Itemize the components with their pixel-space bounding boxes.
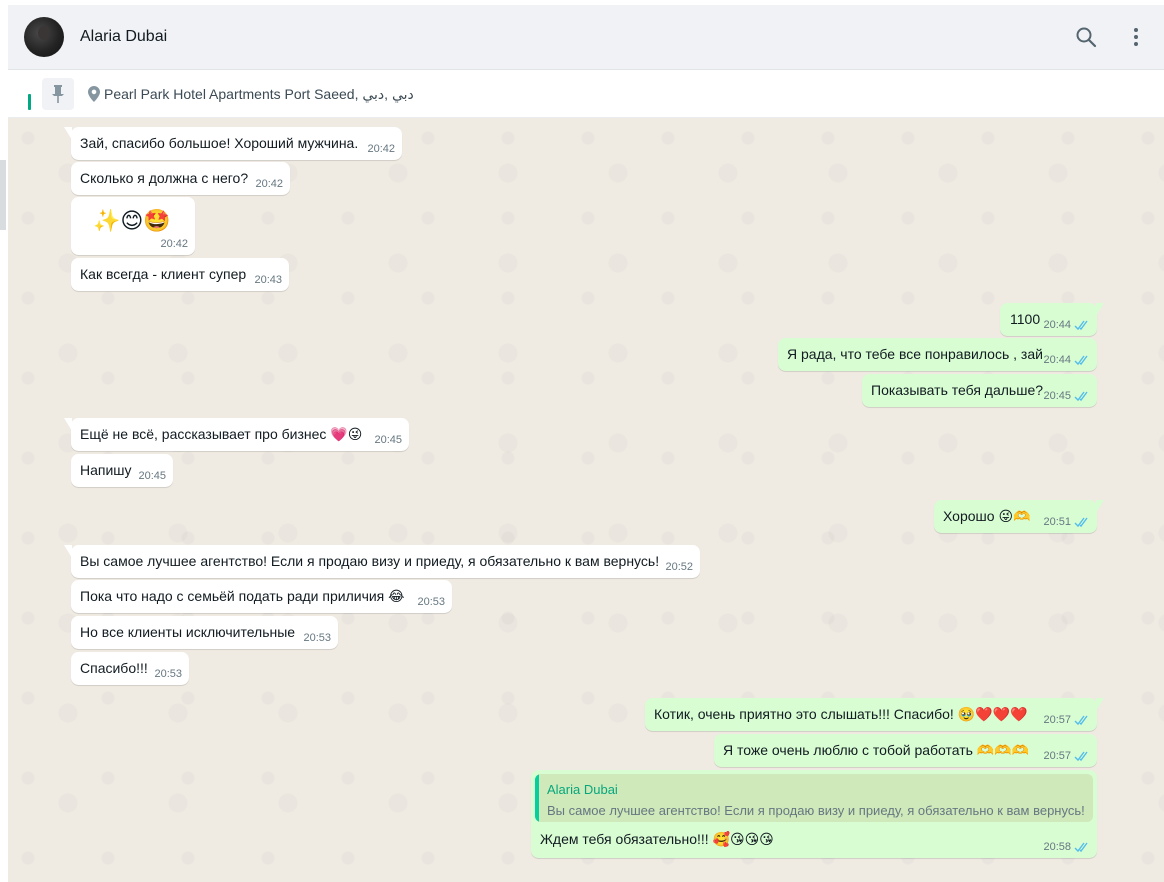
message-incoming[interactable]: Зай, спасибо большое! Хороший мужчина. 2… [64, 127, 402, 160]
pinned-message-bar[interactable]: Pearl Park Hotel Apartments Port Saeed, … [8, 70, 1164, 118]
message-incoming[interactable]: Пока что надо с семьёй подать ради прили… [71, 580, 452, 613]
message-outgoing-reply[interactable]: Alaria Dubai Вы самое лучшее агентство! … [531, 770, 1097, 858]
message-outgoing[interactable]: Котик, очень приятно это слышать!!! Спас… [645, 698, 1104, 731]
message-outgoing[interactable]: Я рада, что тебе все понравилось , зай 2… [778, 338, 1097, 371]
quote-bar [535, 774, 539, 822]
message-time: 20:42 [255, 178, 283, 190]
message-incoming[interactable]: ✨😊🤩 20:42 [71, 197, 195, 255]
message-text: Я тоже очень люблю с тобой работать 🫶🫶🫶 [723, 742, 1030, 758]
message-time: 20:45 [1043, 390, 1071, 402]
read-ticks-icon [1074, 320, 1088, 331]
menu-dots-icon[interactable] [1124, 25, 1148, 49]
message-time: 20:42 [367, 143, 395, 155]
location-icon [88, 86, 100, 102]
chat-window: Alaria Dubai Pearl Park Hotel Apartments… [8, 0, 1164, 882]
message-text: ✨😊🤩 [93, 208, 171, 233]
search-icon[interactable] [1074, 25, 1098, 49]
message-time: 20:57 [1043, 714, 1071, 726]
pin-button[interactable] [42, 78, 74, 110]
chat-header[interactable]: Alaria Dubai [8, 0, 1164, 70]
message-text: Напишу [80, 462, 132, 478]
message-time: 20:45 [138, 470, 166, 482]
read-ticks-icon [1074, 355, 1088, 366]
message-text: Ждем тебя обязательно!!! 🥰😘😘😘 [540, 831, 774, 847]
read-ticks-icon [1074, 517, 1088, 528]
contact-name[interactable]: Alaria Dubai [80, 28, 167, 46]
message-text: Показывать тебя дальше? [871, 382, 1044, 398]
message-time: 20:53 [417, 596, 445, 608]
pin-icon [52, 85, 64, 103]
message-text: 1100 [1010, 311, 1041, 327]
message-text: Зай, спасибо большое! Хороший мужчина. [80, 135, 359, 151]
read-ticks-icon [1074, 751, 1088, 762]
message-time: 20:53 [154, 668, 182, 680]
read-ticks-icon [1074, 391, 1088, 402]
message-time: 20:42 [160, 238, 188, 250]
message-text: Котик, очень приятно это слышать!!! Спас… [654, 706, 1028, 722]
pinned-location-text[interactable]: Pearl Park Hotel Apartments Port Saeed, … [104, 86, 414, 103]
message-incoming[interactable]: Как всегда - клиент супер 20:43 [71, 258, 289, 291]
message-text: Спасибо!!! [80, 660, 148, 676]
message-time: 20:57 [1043, 750, 1071, 762]
message-text: Я рада, что тебе все понравилось , зай [787, 346, 1043, 362]
message-incoming[interactable]: Но все клиенты исключительные 20:53 [71, 616, 338, 649]
message-outgoing[interactable]: Хорошо 😜🫶 20:51 [934, 500, 1104, 533]
message-outgoing[interactable]: Я тоже очень люблю с тобой работать 🫶🫶🫶 … [714, 734, 1097, 767]
message-text: Как всегда - клиент супер [80, 266, 247, 282]
message-incoming[interactable]: Ещё не всё, рассказывает про бизнес 💗😜 2… [64, 418, 409, 451]
message-text: Но все клиенты исключительные [80, 624, 296, 640]
message-text: Вы самое лучшее агентство! Если я продаю… [80, 553, 660, 569]
message-time: 20:45 [374, 434, 402, 446]
message-text: Хорошо 😜🫶 [943, 508, 1031, 524]
message-time: 20:52 [665, 561, 693, 573]
quote-author: Alaria Dubai [547, 782, 618, 797]
read-ticks-icon [1074, 842, 1088, 853]
message-time: 20:44 [1043, 319, 1071, 331]
pinned-accent [28, 94, 31, 110]
message-time: 20:53 [303, 632, 331, 644]
message-outgoing[interactable]: 1100 20:44 [1000, 303, 1104, 336]
message-time: 20:58 [1043, 841, 1071, 853]
scroll-thumb[interactable] [0, 160, 6, 230]
message-text: Пока что надо с семьёй подать ради прили… [80, 588, 405, 604]
message-text: Сколько я должна с него? [80, 170, 249, 186]
quote-text: Вы самое лучшее агентство! Если я продаю… [547, 803, 1085, 818]
message-incoming[interactable]: Вы самое лучшее агентство! Если я продаю… [64, 545, 700, 578]
message-time: 20:51 [1043, 516, 1071, 528]
read-ticks-icon [1074, 715, 1088, 726]
message-time: 20:43 [254, 274, 282, 286]
message-incoming[interactable]: Напишу 20:45 [71, 454, 173, 487]
message-list[interactable]: Зай, спасибо большое! Хороший мужчина. 2… [8, 118, 1164, 882]
message-outgoing[interactable]: Показывать тебя дальше? 20:45 [862, 374, 1097, 407]
message-incoming[interactable]: Спасибо!!! 20:53 [71, 652, 189, 685]
message-incoming[interactable]: Сколько я должна с него? 20:42 [71, 162, 290, 195]
message-text: Ещё не всё, рассказывает про бизнес 💗😜 [80, 426, 363, 442]
quoted-message[interactable]: Alaria Dubai Вы самое лучшее агентство! … [535, 774, 1093, 822]
avatar[interactable] [24, 17, 64, 57]
message-time: 20:44 [1043, 354, 1071, 366]
